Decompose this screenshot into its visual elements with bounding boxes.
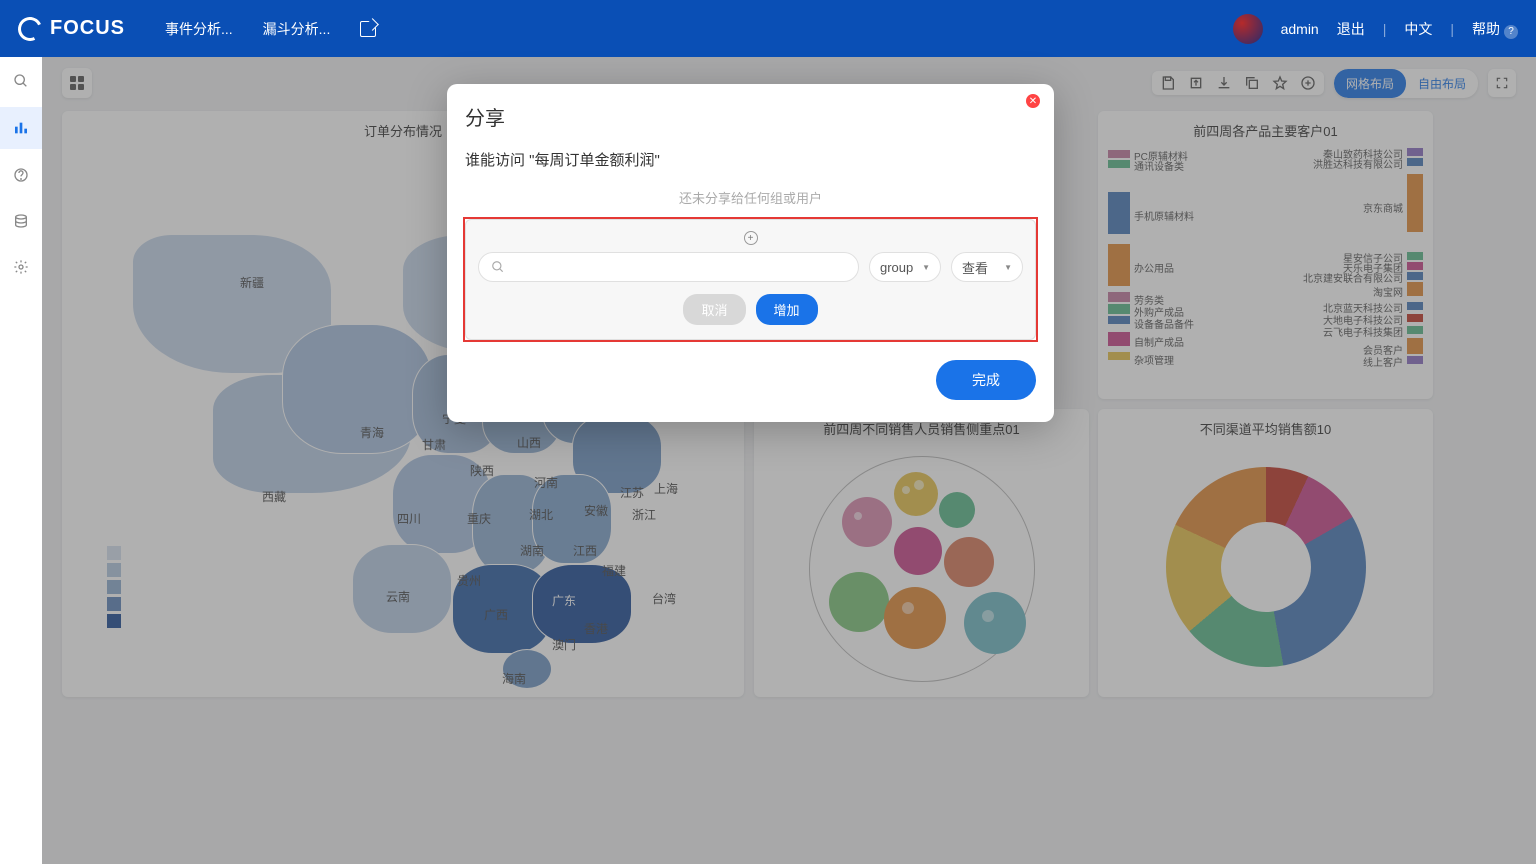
- logo-icon: [15, 13, 46, 44]
- username[interactable]: admin: [1281, 21, 1319, 37]
- share-modal: ✕ 分享 谁能访问 "每周订单金额利润" 还未分享给任何组或用户 + group…: [447, 84, 1054, 422]
- app-header: FOCUS 事件分析... 漏斗分析... admin 退出 | 中文 | 帮助…: [0, 0, 1536, 57]
- edit-icon[interactable]: [360, 21, 376, 37]
- modal-subtitle: 谁能访问 "每周订单金额利润": [465, 149, 1036, 170]
- avatar[interactable]: [1233, 14, 1263, 44]
- help-circle-icon[interactable]: [11, 165, 31, 185]
- dashboard-icon[interactable]: [0, 107, 42, 149]
- chevron-down-icon: ▼: [922, 263, 930, 272]
- permission-select[interactable]: 查看▼: [951, 252, 1023, 282]
- brand-text: FOCUS: [50, 17, 125, 40]
- divider: |: [1383, 21, 1387, 37]
- search-field[interactable]: [511, 260, 846, 275]
- share-type-select[interactable]: group▼: [869, 252, 941, 282]
- share-empty-hint: 还未分享给任何组或用户: [465, 188, 1036, 207]
- logo[interactable]: FOCUS: [18, 17, 125, 41]
- add-button[interactable]: 增加: [756, 294, 818, 325]
- header-right: admin 退出 | 中文 | 帮助?: [1233, 14, 1518, 44]
- left-sidebar: [0, 57, 42, 864]
- logout-link[interactable]: 退出: [1337, 19, 1365, 39]
- help-link[interactable]: 帮助?: [1472, 19, 1518, 39]
- search-icon: [491, 260, 505, 274]
- share-search-input[interactable]: [478, 252, 859, 282]
- gear-icon[interactable]: [11, 257, 31, 277]
- nav-event-analysis[interactable]: 事件分析...: [165, 19, 233, 39]
- cancel-button[interactable]: 取消: [683, 294, 745, 325]
- nav-funnel-analysis[interactable]: 漏斗分析...: [263, 19, 331, 39]
- add-row-icon[interactable]: +: [744, 231, 758, 245]
- modal-title: 分享: [465, 102, 1036, 131]
- share-form-block: + group▼ 查看▼ 取消 增加: [465, 219, 1036, 340]
- search-icon[interactable]: [11, 71, 31, 91]
- divider: |: [1450, 21, 1454, 37]
- chevron-down-icon: ▼: [1004, 263, 1012, 272]
- help-icon: ?: [1504, 25, 1518, 39]
- close-icon[interactable]: ✕: [1026, 94, 1040, 108]
- language-toggle[interactable]: 中文: [1404, 19, 1432, 39]
- database-icon[interactable]: [11, 211, 31, 231]
- done-button[interactable]: 完成: [936, 360, 1036, 400]
